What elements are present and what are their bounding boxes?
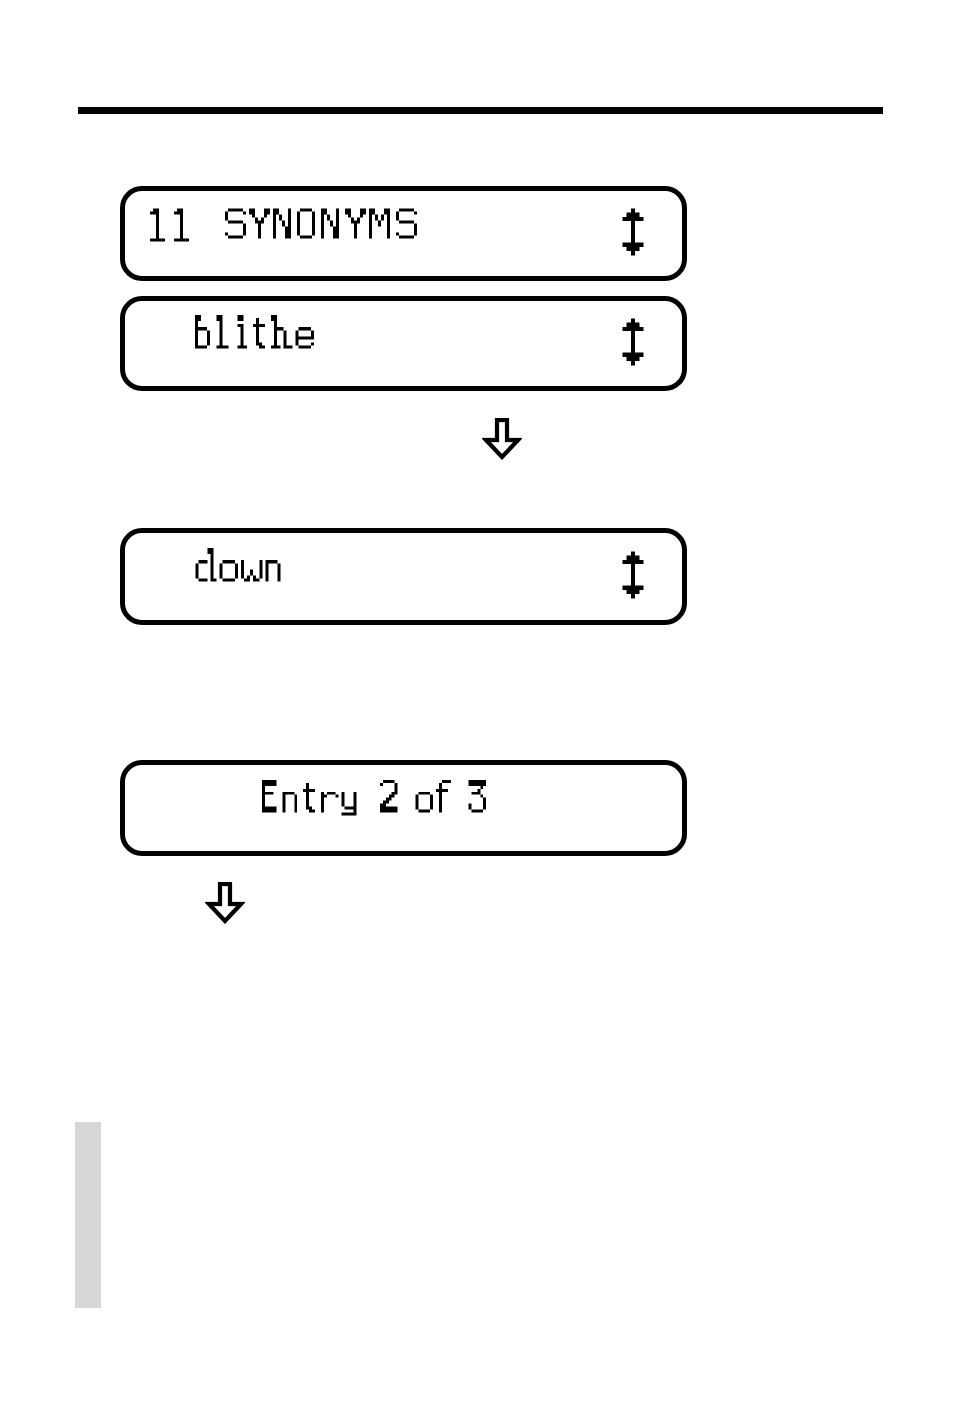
manual-page: 11 SYNONYMS	[0, 0, 954, 1412]
up-down-arrow-icon[interactable]	[618, 550, 648, 604]
up-down-arrow-icon[interactable]	[618, 207, 648, 260]
down-arrow-icon: down-arrow-outline	[482, 418, 522, 460]
lcd-text-synonym-down: down	[161, 545, 321, 609]
lcd-screen-headword: blithe	[120, 296, 687, 391]
lcd-text-entry-counter: Entry 2 of 3	[179, 777, 569, 839]
lcd-screen-entry-counter: Entry 2 of 3	[120, 760, 687, 856]
up-down-arrow-icon[interactable]	[618, 317, 648, 370]
lcd-screen-synonym-count: 11 SYNONYMS	[120, 186, 687, 281]
down-arrow-icon: down-arrow-outline	[205, 882, 245, 924]
lcd-screen-synonym-down: down	[120, 528, 687, 625]
lcd-text-headword: blithe	[147, 312, 377, 376]
lcd-text-synonym-count: 11 SYNONYMS	[147, 202, 567, 266]
left-margin-tab	[75, 1122, 101, 1308]
top-horizontal-rule	[78, 107, 883, 114]
